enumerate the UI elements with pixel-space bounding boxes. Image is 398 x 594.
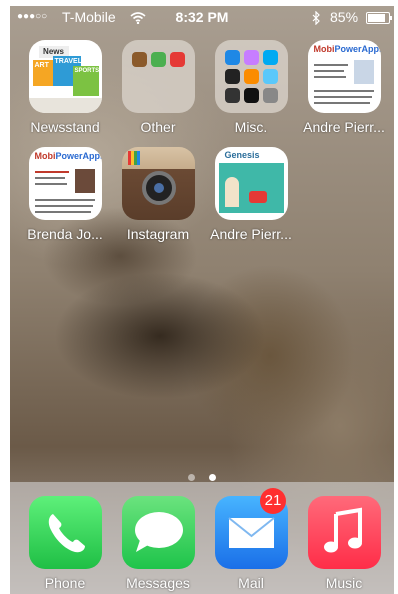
mini-app-icon	[224, 50, 240, 65]
card-logo-apps: Apps	[361, 44, 381, 54]
app-label: Other	[140, 119, 176, 135]
business-card-icon: MobiPowerApps	[28, 147, 102, 220]
card-text-line	[34, 205, 93, 207]
app-label: Misc.	[234, 119, 268, 135]
messages-icon	[121, 496, 195, 569]
app-instagram[interactable]: Instagram	[113, 147, 203, 242]
mini-app-icon	[150, 52, 166, 67]
app-label: Andre Pierr...	[303, 119, 385, 135]
folder-icon	[214, 40, 288, 113]
music-icon	[307, 496, 381, 569]
newsstand-icon: News ART TRAVEL SPORTS	[28, 40, 102, 113]
instagram-icon	[121, 147, 195, 220]
card-logo-power: Power	[334, 44, 362, 54]
battery-fill	[368, 14, 385, 22]
person-figure	[224, 177, 239, 207]
folder-misc[interactable]: Misc.	[206, 40, 296, 135]
mini-app-icon	[243, 50, 259, 65]
status-bar: ●●●○○ T-Mobile 8:32 PM 85%	[10, 6, 394, 28]
card-logo-mobi: Mobi	[313, 44, 335, 54]
app-label: Andre Pierr...	[210, 226, 292, 242]
dock-app-mail[interactable]: 21 Mail	[206, 488, 296, 591]
bluetooth-icon	[312, 6, 320, 28]
home-screen: ●●●○○ T-Mobile 8:32 PM 85% News ART TRAV…	[10, 6, 394, 594]
battery-icon	[366, 12, 392, 24]
mini-app-icon	[262, 69, 278, 84]
card-text-line	[34, 199, 95, 201]
dock-app-music[interactable]: Music	[299, 496, 389, 591]
stripe	[136, 151, 140, 165]
card-text-line	[313, 76, 346, 78]
page-dot[interactable]	[187, 474, 195, 481]
battery-percent: 85%	[330, 9, 359, 25]
card-logo: MobiPowerApps	[314, 44, 381, 54]
genesis-icon: Genesis	[214, 147, 288, 220]
card-text-line	[313, 102, 370, 104]
card-logo-power: Power	[55, 151, 83, 161]
folder-other[interactable]: Other	[113, 40, 203, 135]
page-dot-active[interactable]	[209, 474, 217, 481]
dock-label: Phone	[44, 575, 86, 591]
dock-label: Music	[325, 575, 363, 591]
card-text-line	[313, 90, 374, 92]
card-photo	[353, 60, 374, 84]
mini-app-icon	[224, 88, 240, 103]
card-logo-apps: Apps	[82, 151, 102, 161]
battery-nub	[390, 16, 392, 20]
app-brenda-card[interactable]: MobiPowerApps Brenda Jo...	[20, 147, 110, 242]
sports-cover: SPORTS	[72, 66, 100, 96]
mini-app-icon	[131, 52, 147, 67]
mini-app-icon	[262, 88, 278, 103]
dock-app-messages[interactable]: Messages	[113, 496, 203, 591]
app-andre-pierre-card[interactable]: MobiPowerApps Andre Pierr...	[299, 40, 389, 135]
mail-unread-badge: 21	[260, 488, 286, 514]
genesis-banner	[218, 163, 284, 213]
card-text-line	[34, 171, 69, 173]
app-andre-pierre-genesis[interactable]: Genesis Andre Pierr...	[206, 147, 296, 242]
card-text-line	[34, 177, 65, 179]
mini-app-icon	[262, 50, 278, 65]
travel-cover-title: TRAVEL	[54, 58, 82, 65]
card-text-line	[34, 211, 91, 213]
newsstand-shelf	[28, 98, 102, 113]
phone-icon	[28, 496, 102, 569]
app-label: Brenda Jo...	[27, 226, 103, 242]
mini-app-icon	[243, 88, 259, 103]
card-text-line	[313, 70, 344, 72]
mini-app-icon	[169, 52, 185, 67]
app-label: Newsstand	[30, 119, 100, 135]
art-cover-title: ART	[34, 62, 49, 69]
dock-app-phone[interactable]: Phone	[20, 496, 110, 591]
app-newsstand[interactable]: News ART TRAVEL SPORTS Newsstand	[20, 40, 110, 135]
mini-app-icon	[243, 69, 259, 84]
camera-lens	[141, 171, 176, 205]
mini-app-icon	[224, 69, 240, 84]
dock: Phone Messages 21 Mail Music	[10, 482, 394, 594]
lens-glass	[153, 183, 164, 193]
video-play-badge	[248, 191, 267, 203]
folder-icon	[121, 40, 195, 113]
app-label: Instagram	[126, 226, 190, 242]
sports-cover-title: SPORTS	[74, 68, 100, 74]
genesis-title: Genesis	[224, 150, 260, 160]
card-photo	[74, 169, 95, 193]
card-logo: MobiPowerApps	[35, 151, 102, 161]
business-card-icon: MobiPowerApps	[307, 40, 381, 113]
dock-label: Mail	[238, 575, 264, 591]
card-text-line	[313, 64, 348, 66]
card-logo-mobi: Mobi	[34, 151, 56, 161]
dock-label: Messages	[126, 575, 190, 591]
card-text-line	[34, 183, 67, 185]
card-text-line	[313, 96, 372, 98]
